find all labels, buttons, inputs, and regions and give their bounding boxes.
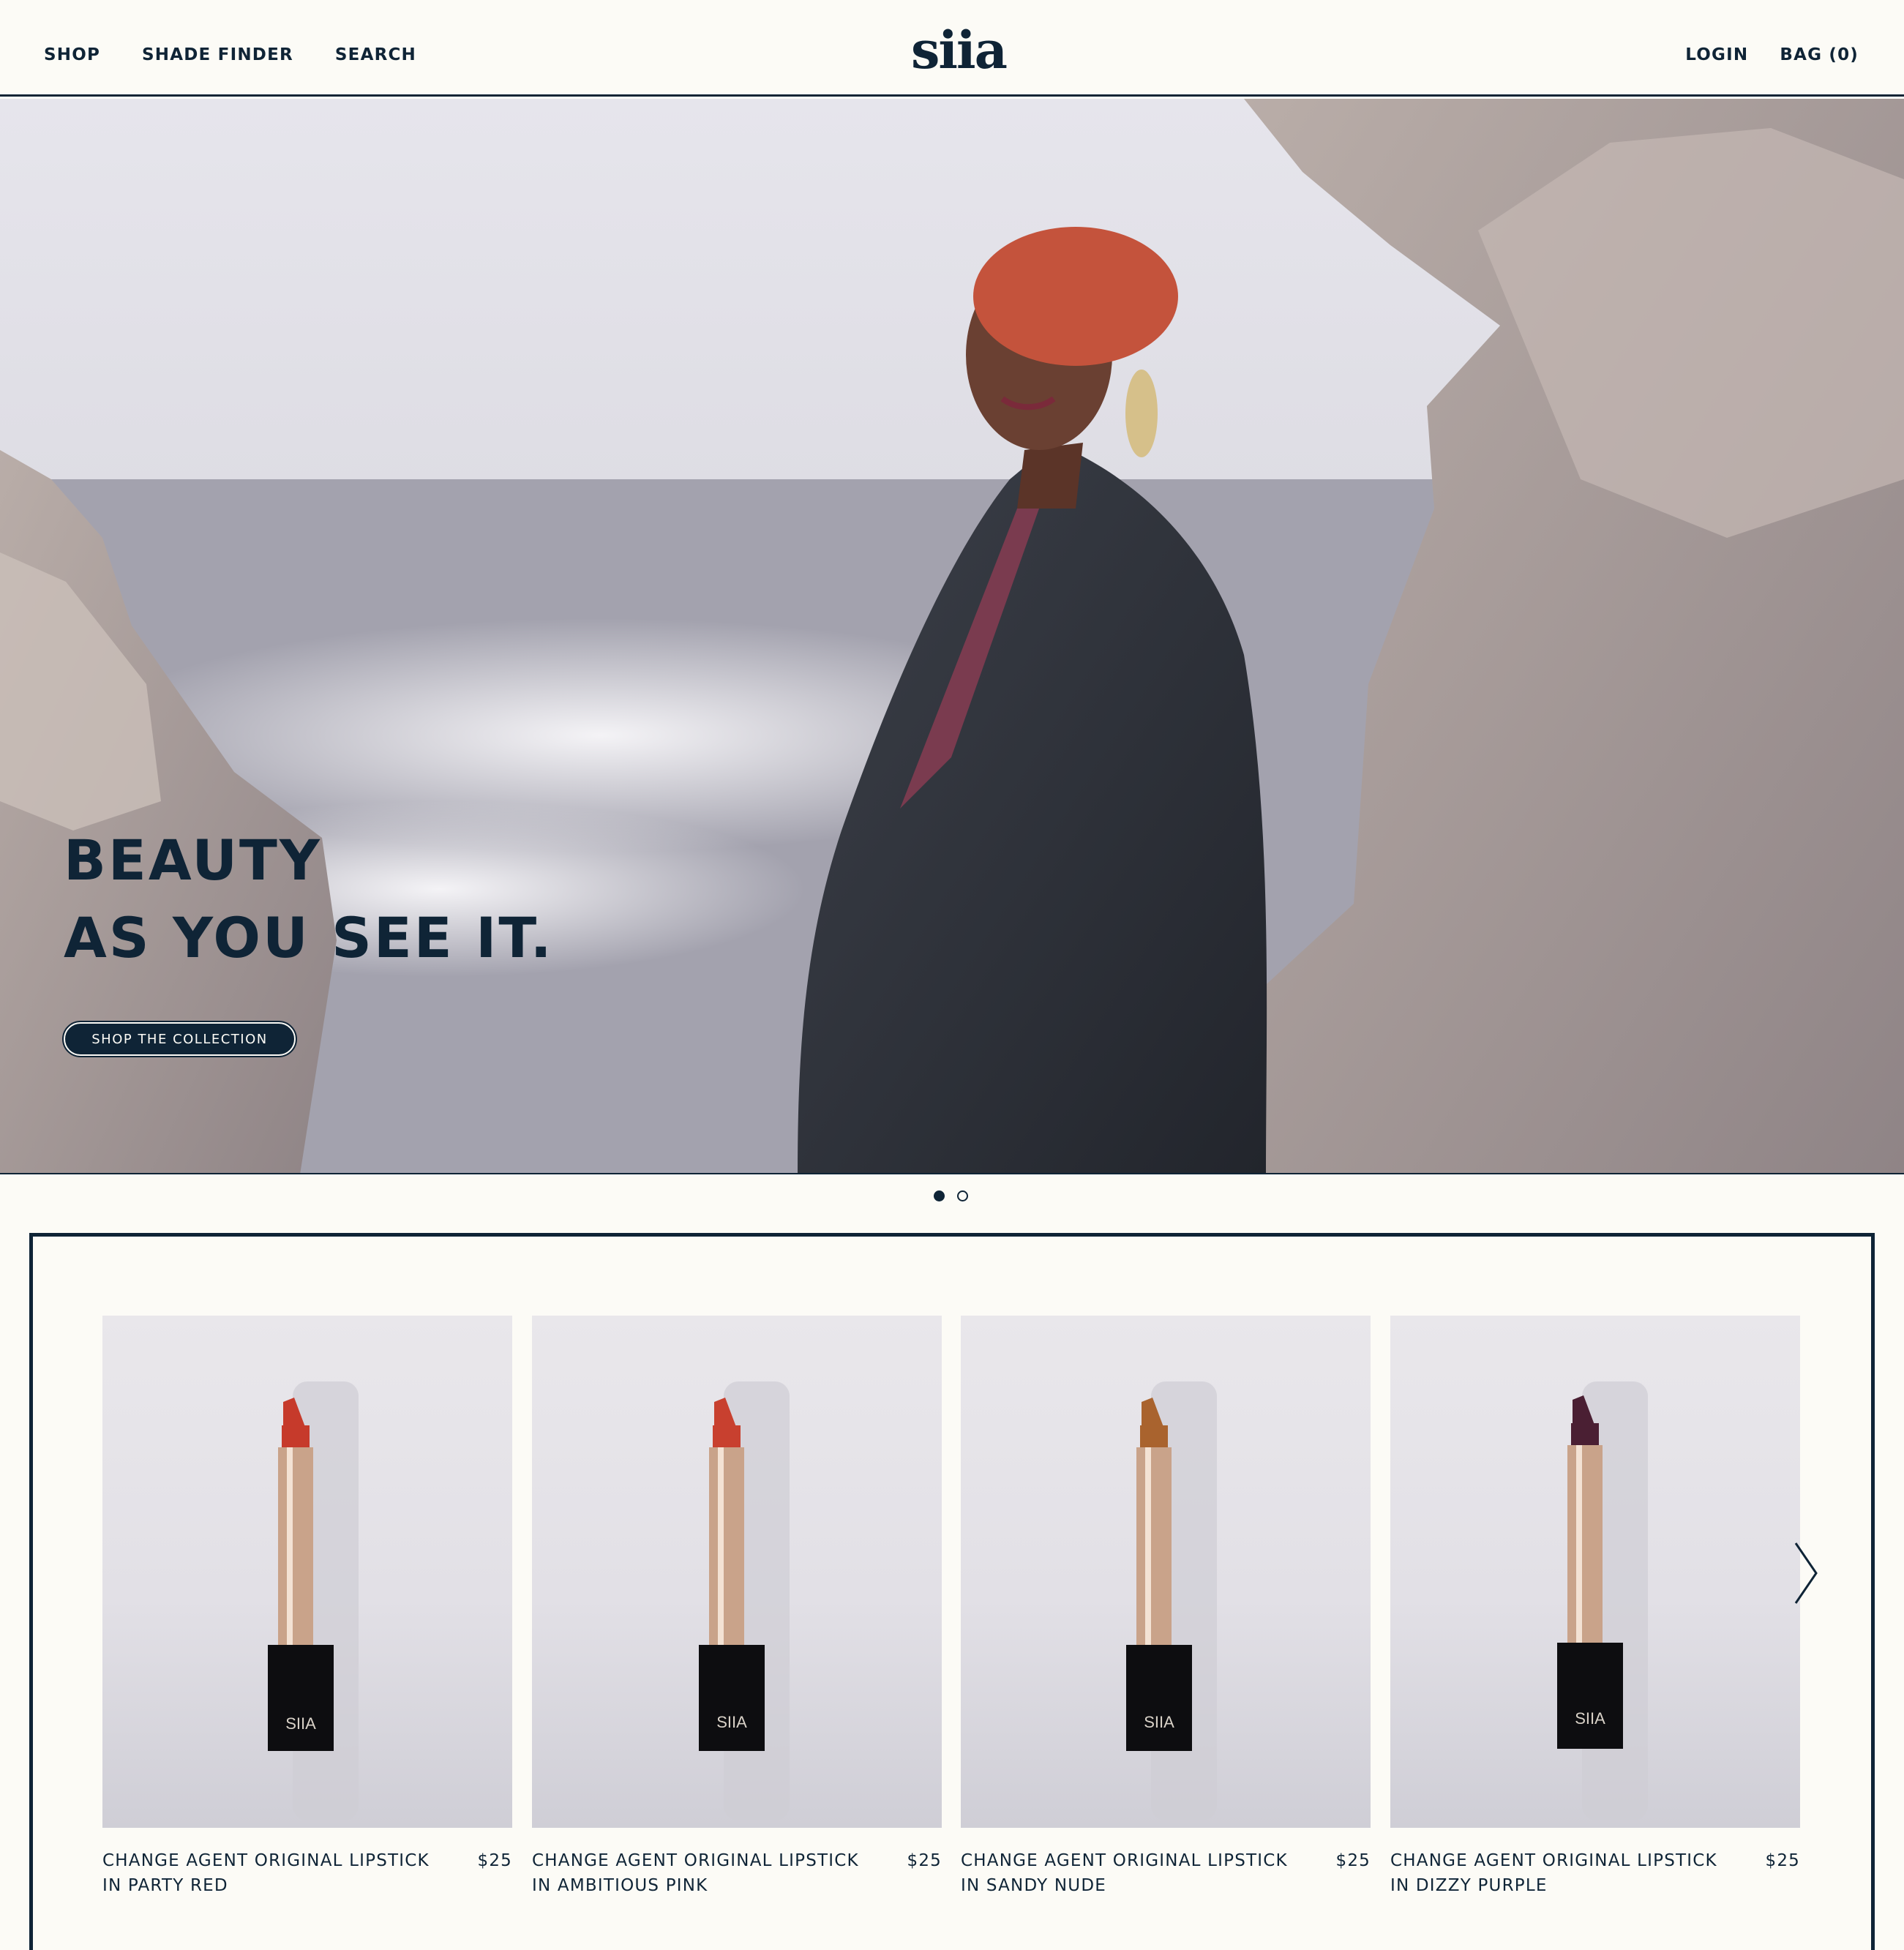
product-card: SIIA CHANGE AGENT ORIGINAL LIPSTICK IN D… xyxy=(1390,1316,1800,1900)
product-name-line1: CHANGE AGENT ORIGINAL LIPSTICK xyxy=(532,1851,859,1870)
product-name-line1: CHANGE AGENT ORIGINAL LIPSTICK xyxy=(961,1851,1288,1870)
product-name[interactable]: CHANGE AGENT ORIGINAL LIPSTICK IN DIZZY … xyxy=(1390,1848,1734,1898)
product-image[interactable]: SIIA xyxy=(961,1316,1371,1828)
nav-shop[interactable]: SHOP xyxy=(44,45,100,64)
hero-pagination xyxy=(934,1190,981,1201)
product-image[interactable]: SIIA xyxy=(532,1316,942,1828)
product-price: $25 xyxy=(477,1851,512,1870)
hero-headline-line1: BEAUTY xyxy=(64,828,322,893)
slide-dot-1[interactable] xyxy=(934,1190,945,1201)
product-name[interactable]: CHANGE AGENT ORIGINAL LIPSTICK IN SANDY … xyxy=(961,1848,1305,1898)
hero-banner: BEAUTY AS YOU SEE IT. SHOP THE COLLECTIO… xyxy=(0,99,1904,1174)
product-price: $25 xyxy=(1765,1851,1800,1870)
product-card: SIIA CHANGE AGENT ORIGINAL LIPSTICK IN P… xyxy=(102,1316,512,1900)
primary-nav: SHOP SHADE FINDER SEARCH xyxy=(44,45,458,64)
lipstick-image: SIIA xyxy=(1126,1381,1217,1820)
bag-link[interactable]: BAG (0) xyxy=(1780,45,1859,64)
svg-text:SIIA: SIIA xyxy=(1575,1709,1605,1728)
lipstick-image: SIIA xyxy=(268,1381,359,1820)
product-name-line2: IN PARTY RED xyxy=(102,1876,228,1895)
product-carousel: SIIA CHANGE AGENT ORIGINAL LIPSTICK IN P… xyxy=(29,1233,1875,1950)
product-name-line1: CHANGE AGENT ORIGINAL LIPSTICK xyxy=(1390,1851,1717,1870)
svg-text:SIIA: SIIA xyxy=(285,1714,316,1733)
product-name-line2: IN AMBITIOUS PINK xyxy=(532,1876,708,1895)
product-name-line2: IN SANDY NUDE xyxy=(961,1876,1106,1895)
product-price: $25 xyxy=(1335,1851,1371,1870)
svg-text:SIIA: SIIA xyxy=(716,1713,747,1731)
svg-text:SIIA: SIIA xyxy=(1144,1713,1174,1731)
nav-search[interactable]: SEARCH xyxy=(335,45,416,64)
product-name-line1: CHANGE AGENT ORIGINAL LIPSTICK xyxy=(102,1851,430,1870)
hero-image xyxy=(0,99,1904,1173)
login-link[interactable]: LOGIN xyxy=(1685,45,1748,64)
shop-collection-button[interactable]: SHOP THE COLLECTION xyxy=(62,1021,297,1057)
product-name[interactable]: CHANGE AGENT ORIGINAL LIPSTICK IN AMBITI… xyxy=(532,1848,876,1898)
nav-shade-finder[interactable]: SHADE FINDER xyxy=(142,45,293,64)
product-image[interactable]: SIIA xyxy=(102,1316,512,1828)
product-price: $25 xyxy=(907,1851,942,1870)
lipstick-image: SIIA xyxy=(1557,1381,1648,1820)
hero-headline-line2: AS YOU SEE IT. xyxy=(64,905,554,970)
brand-logo[interactable]: siia xyxy=(911,25,1008,76)
product-name-line2: IN DIZZY PURPLE xyxy=(1390,1876,1548,1895)
product-name[interactable]: CHANGE AGENT ORIGINAL LIPSTICK IN PARTY … xyxy=(102,1848,446,1898)
account-nav: LOGIN BAG (0) xyxy=(1654,45,1859,64)
site-header: SHOP SHADE FINDER SEARCH siia LOGIN BAG … xyxy=(0,0,1904,97)
hero-headline: BEAUTY AS YOU SEE IT. xyxy=(64,822,554,977)
product-card: SIIA CHANGE AGENT ORIGINAL LIPSTICK IN A… xyxy=(532,1316,942,1900)
lipstick-image: SIIA xyxy=(699,1381,790,1820)
product-image[interactable]: SIIA xyxy=(1390,1316,1800,1828)
product-card: SIIA CHANGE AGENT ORIGINAL LIPSTICK IN S… xyxy=(961,1316,1371,1900)
chevron-right-icon[interactable] xyxy=(1791,1540,1821,1606)
slide-dot-2[interactable] xyxy=(957,1190,968,1201)
